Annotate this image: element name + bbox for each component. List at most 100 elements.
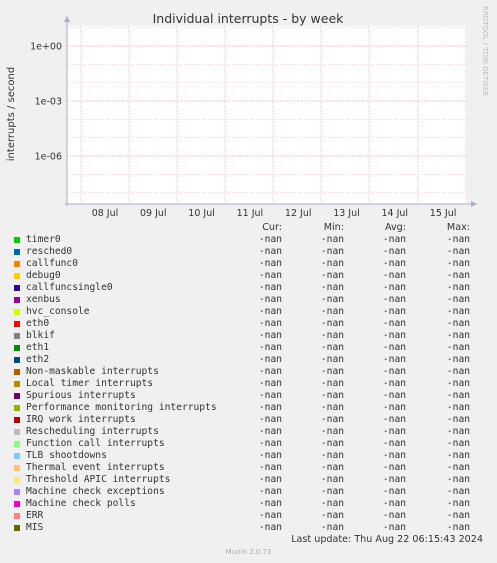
legend-row: ERR -nan -nan -nan -nan <box>14 510 484 522</box>
legend-value-max: -nan <box>446 246 470 257</box>
legend-swatch <box>14 441 20 447</box>
legend-row: MIS -nan -nan -nan -nan <box>14 522 484 534</box>
legend-swatch <box>14 405 20 411</box>
legend-value-min: -nan <box>320 306 344 317</box>
legend-label: xenbus <box>26 294 61 305</box>
legend-label: Machine check exceptions <box>26 486 165 497</box>
legend-value-max: -nan <box>446 486 470 497</box>
legend-value-max: -nan <box>446 438 470 449</box>
x-tick-label: 11 Jul <box>237 208 264 219</box>
legend-label: eth2 <box>26 354 50 365</box>
legend-value-max: -nan <box>446 342 470 353</box>
legend-swatch <box>14 333 20 339</box>
legend-row: xenbus -nan -nan -nan -nan <box>14 294 484 306</box>
legend-label: debug0 <box>26 270 61 281</box>
legend-value-avg: -nan <box>382 450 406 461</box>
munin-version: Munin 2.0.73 <box>225 548 272 556</box>
legend-value-avg: -nan <box>382 522 406 533</box>
x-tick-label: 10 Jul <box>188 208 215 219</box>
legend-row: Thermal event interrupts -nan -nan -nan -nan <box>14 462 484 474</box>
legend-label: ERR <box>26 510 44 521</box>
legend-value-min: -nan <box>320 378 344 389</box>
legend-value-max: -nan <box>446 426 470 437</box>
legend-row: debug0 -nan -nan -nan -nan <box>14 270 484 282</box>
legend-row: hvc_console -nan -nan -nan -nan <box>14 306 484 318</box>
legend-swatch <box>14 381 20 387</box>
header-max: Max: <box>446 222 470 233</box>
legend-swatch <box>14 453 20 459</box>
legend-row: Machine check polls -nan -nan -nan -nan <box>14 498 484 510</box>
legend-value-avg: -nan <box>382 378 406 389</box>
legend-value-min: -nan <box>320 438 344 449</box>
legend-value-cur: -nan <box>258 354 282 365</box>
legend-value-cur: -nan <box>258 462 282 473</box>
legend-value-avg: -nan <box>382 354 406 365</box>
legend-value-cur: -nan <box>258 342 282 353</box>
x-tick-label: 14 Jul <box>382 208 409 219</box>
legend-value-min: -nan <box>320 318 344 329</box>
legend-value-cur: -nan <box>258 234 282 245</box>
last-update: Last update: Thu Aug 22 06:15:43 2024 <box>291 534 483 545</box>
legend-row: Function call interrupts -nan -nan -nan -nan <box>14 438 484 450</box>
legend-swatch <box>14 237 20 243</box>
legend-value-max: -nan <box>446 522 470 533</box>
legend-value-cur: -nan <box>258 246 282 257</box>
legend-value-max: -nan <box>446 474 470 485</box>
legend-value-max: -nan <box>446 234 470 245</box>
x-tick-label: 08 Jul <box>92 208 119 219</box>
legend-swatch <box>14 477 20 483</box>
legend-value-avg: -nan <box>382 294 406 305</box>
y-tick-labels: 1e+00 1e-03 1e-06 <box>30 42 62 163</box>
legend-value-min: -nan <box>320 426 344 437</box>
legend-swatch <box>14 525 20 531</box>
legend-label: eth1 <box>26 342 50 353</box>
legend-row: timer0 -nan -nan -nan -nan <box>14 234 484 246</box>
legend-value-avg: -nan <box>382 282 406 293</box>
legend-value-max: -nan <box>446 414 470 425</box>
x-tick-label: 15 Jul <box>430 208 457 219</box>
x-tick-label: 12 Jul <box>285 208 312 219</box>
legend-value-avg: -nan <box>382 270 406 281</box>
legend-swatch <box>14 429 20 435</box>
legend-value-min: -nan <box>320 246 344 257</box>
legend-value-max: -nan <box>446 306 470 317</box>
legend-label: callfunc0 <box>26 258 78 269</box>
legend-value-max: -nan <box>446 402 470 413</box>
legend-swatch <box>14 273 20 279</box>
legend-swatch <box>14 345 20 351</box>
legend-label: Machine check polls <box>26 498 136 509</box>
legend-label: Function call interrupts <box>26 438 165 449</box>
y-axis-arrow <box>64 16 70 22</box>
legend-value-avg: -nan <box>382 342 406 353</box>
legend-value-min: -nan <box>320 282 344 293</box>
legend-row: eth1 -nan -nan -nan -nan <box>14 342 484 354</box>
legend-swatch <box>14 261 20 267</box>
legend-label: Local timer interrupts <box>26 378 154 389</box>
legend-swatch <box>14 357 20 363</box>
legend-value-cur: -nan <box>258 438 282 449</box>
legend-value-max: -nan <box>446 270 470 281</box>
legend-value-min: -nan <box>320 402 344 413</box>
legend-row: Non-maskable interrupts -nan -nan -nan -nan <box>14 366 484 378</box>
y-tick-label: 1e+00 <box>30 42 62 53</box>
legend-value-max: -nan <box>446 318 470 329</box>
legend-label: hvc_console <box>26 306 90 317</box>
legend-row: Threshold APIC interrupts -nan -nan -nan -na… <box>14 474 484 486</box>
legend-label: resched0 <box>26 246 73 257</box>
legend-value-min: -nan <box>320 342 344 353</box>
legend-value-max: -nan <box>446 378 470 389</box>
legend-value-cur: -nan <box>258 450 282 461</box>
chart-title: Individual interrupts - by week <box>153 11 345 26</box>
legend-value-avg: -nan <box>382 258 406 269</box>
legend-value-cur: -nan <box>258 282 282 293</box>
legend-row: Machine check exceptions -nan -nan -nan -nan <box>14 486 484 498</box>
y-tick-label: 1e-03 <box>35 97 62 108</box>
legend-value-cur: -nan <box>258 258 282 269</box>
legend-value-cur: -nan <box>258 498 282 509</box>
legend-row: TLB shootdowns -nan -nan -nan -nan <box>14 450 484 462</box>
legend-value-avg: -nan <box>382 498 406 509</box>
x-tick-label: 09 Jul <box>140 208 167 219</box>
legend-row: Local timer interrupts -nan -nan -nan -nan <box>14 378 484 390</box>
legend-value-avg: -nan <box>382 330 406 341</box>
legend-value-cur: -nan <box>258 306 282 317</box>
